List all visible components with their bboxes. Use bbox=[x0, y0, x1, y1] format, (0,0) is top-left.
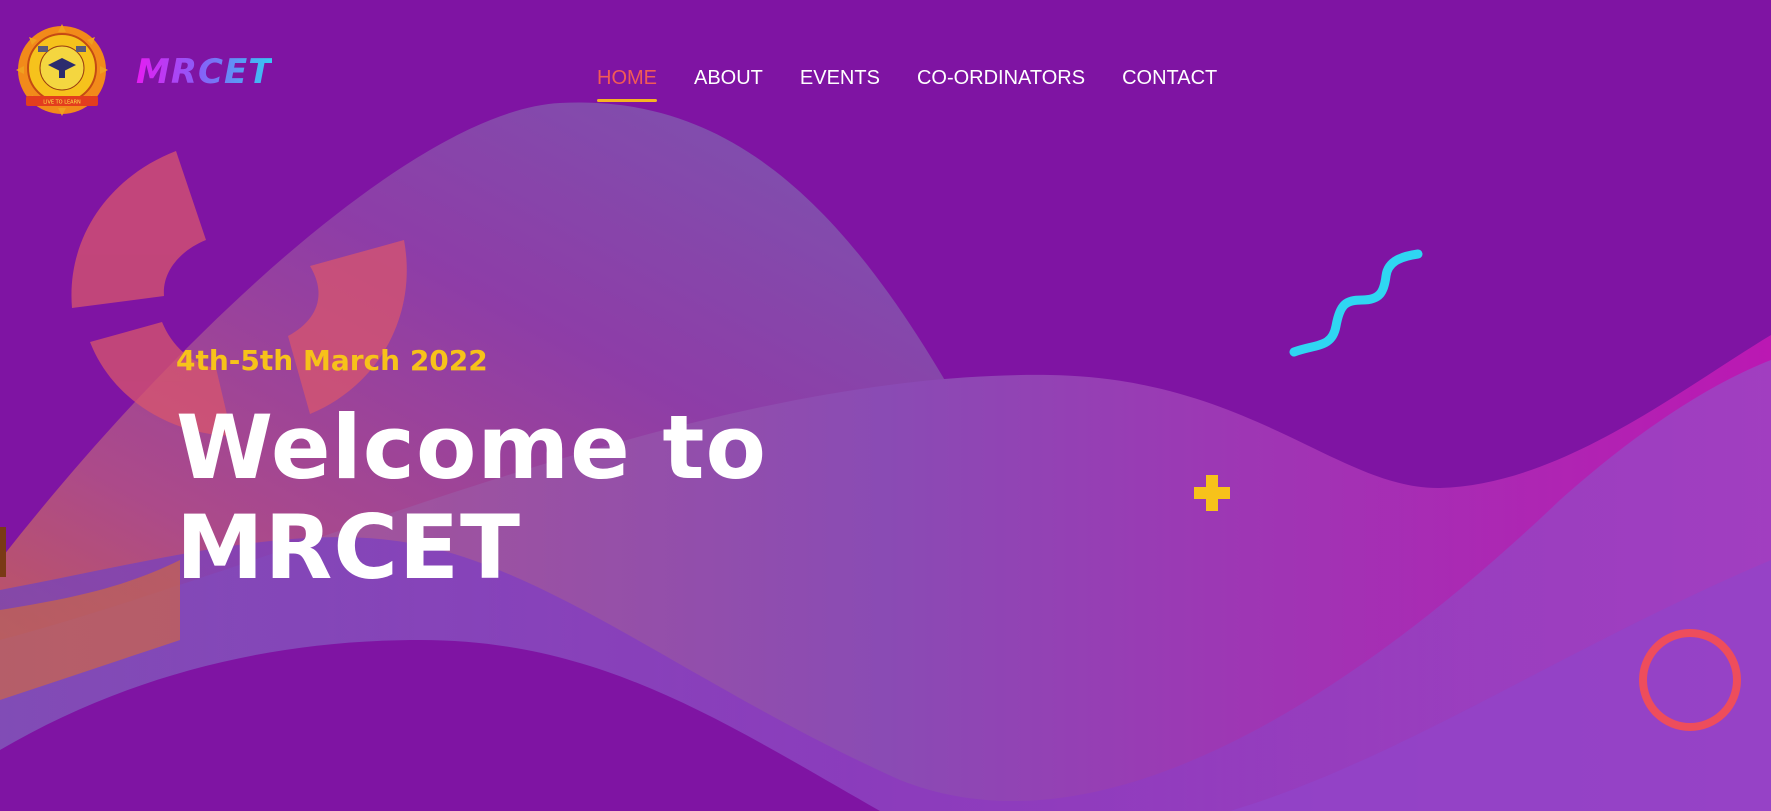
hero-title: Welcome to MRCET bbox=[176, 398, 767, 598]
nav-contact[interactable]: CONTACT bbox=[1122, 66, 1217, 90]
brand-name[interactable]: MRCET bbox=[136, 52, 272, 92]
ring-icon bbox=[1639, 629, 1741, 731]
hero-title-line2: MRCET bbox=[176, 496, 522, 599]
nav-about[interactable]: ABOUT bbox=[694, 66, 763, 90]
nav-home[interactable]: HOME bbox=[597, 66, 657, 102]
side-edge-tab[interactable] bbox=[0, 527, 6, 577]
event-date: 4th-5th March 2022 bbox=[176, 344, 488, 377]
main-nav: HOME ABOUT EVENTS CO-ORDINATORS CONTACT bbox=[597, 66, 1217, 102]
squiggle-icon bbox=[1289, 249, 1423, 357]
svg-text:LIVE TO LEARN: LIVE TO LEARN bbox=[43, 100, 81, 106]
hero-title-line1: Welcome to bbox=[176, 396, 767, 499]
site-header: LIVE TO LEARN MRCET HOME ABOUT EVENTS CO… bbox=[0, 0, 1771, 120]
plus-icon bbox=[1194, 475, 1230, 511]
nav-coordinators[interactable]: CO-ORDINATORS bbox=[917, 66, 1085, 90]
college-emblem-icon[interactable]: LIVE TO LEARN bbox=[16, 24, 108, 116]
broken-ring-icon bbox=[71, 151, 407, 436]
nav-events[interactable]: EVENTS bbox=[800, 66, 880, 90]
